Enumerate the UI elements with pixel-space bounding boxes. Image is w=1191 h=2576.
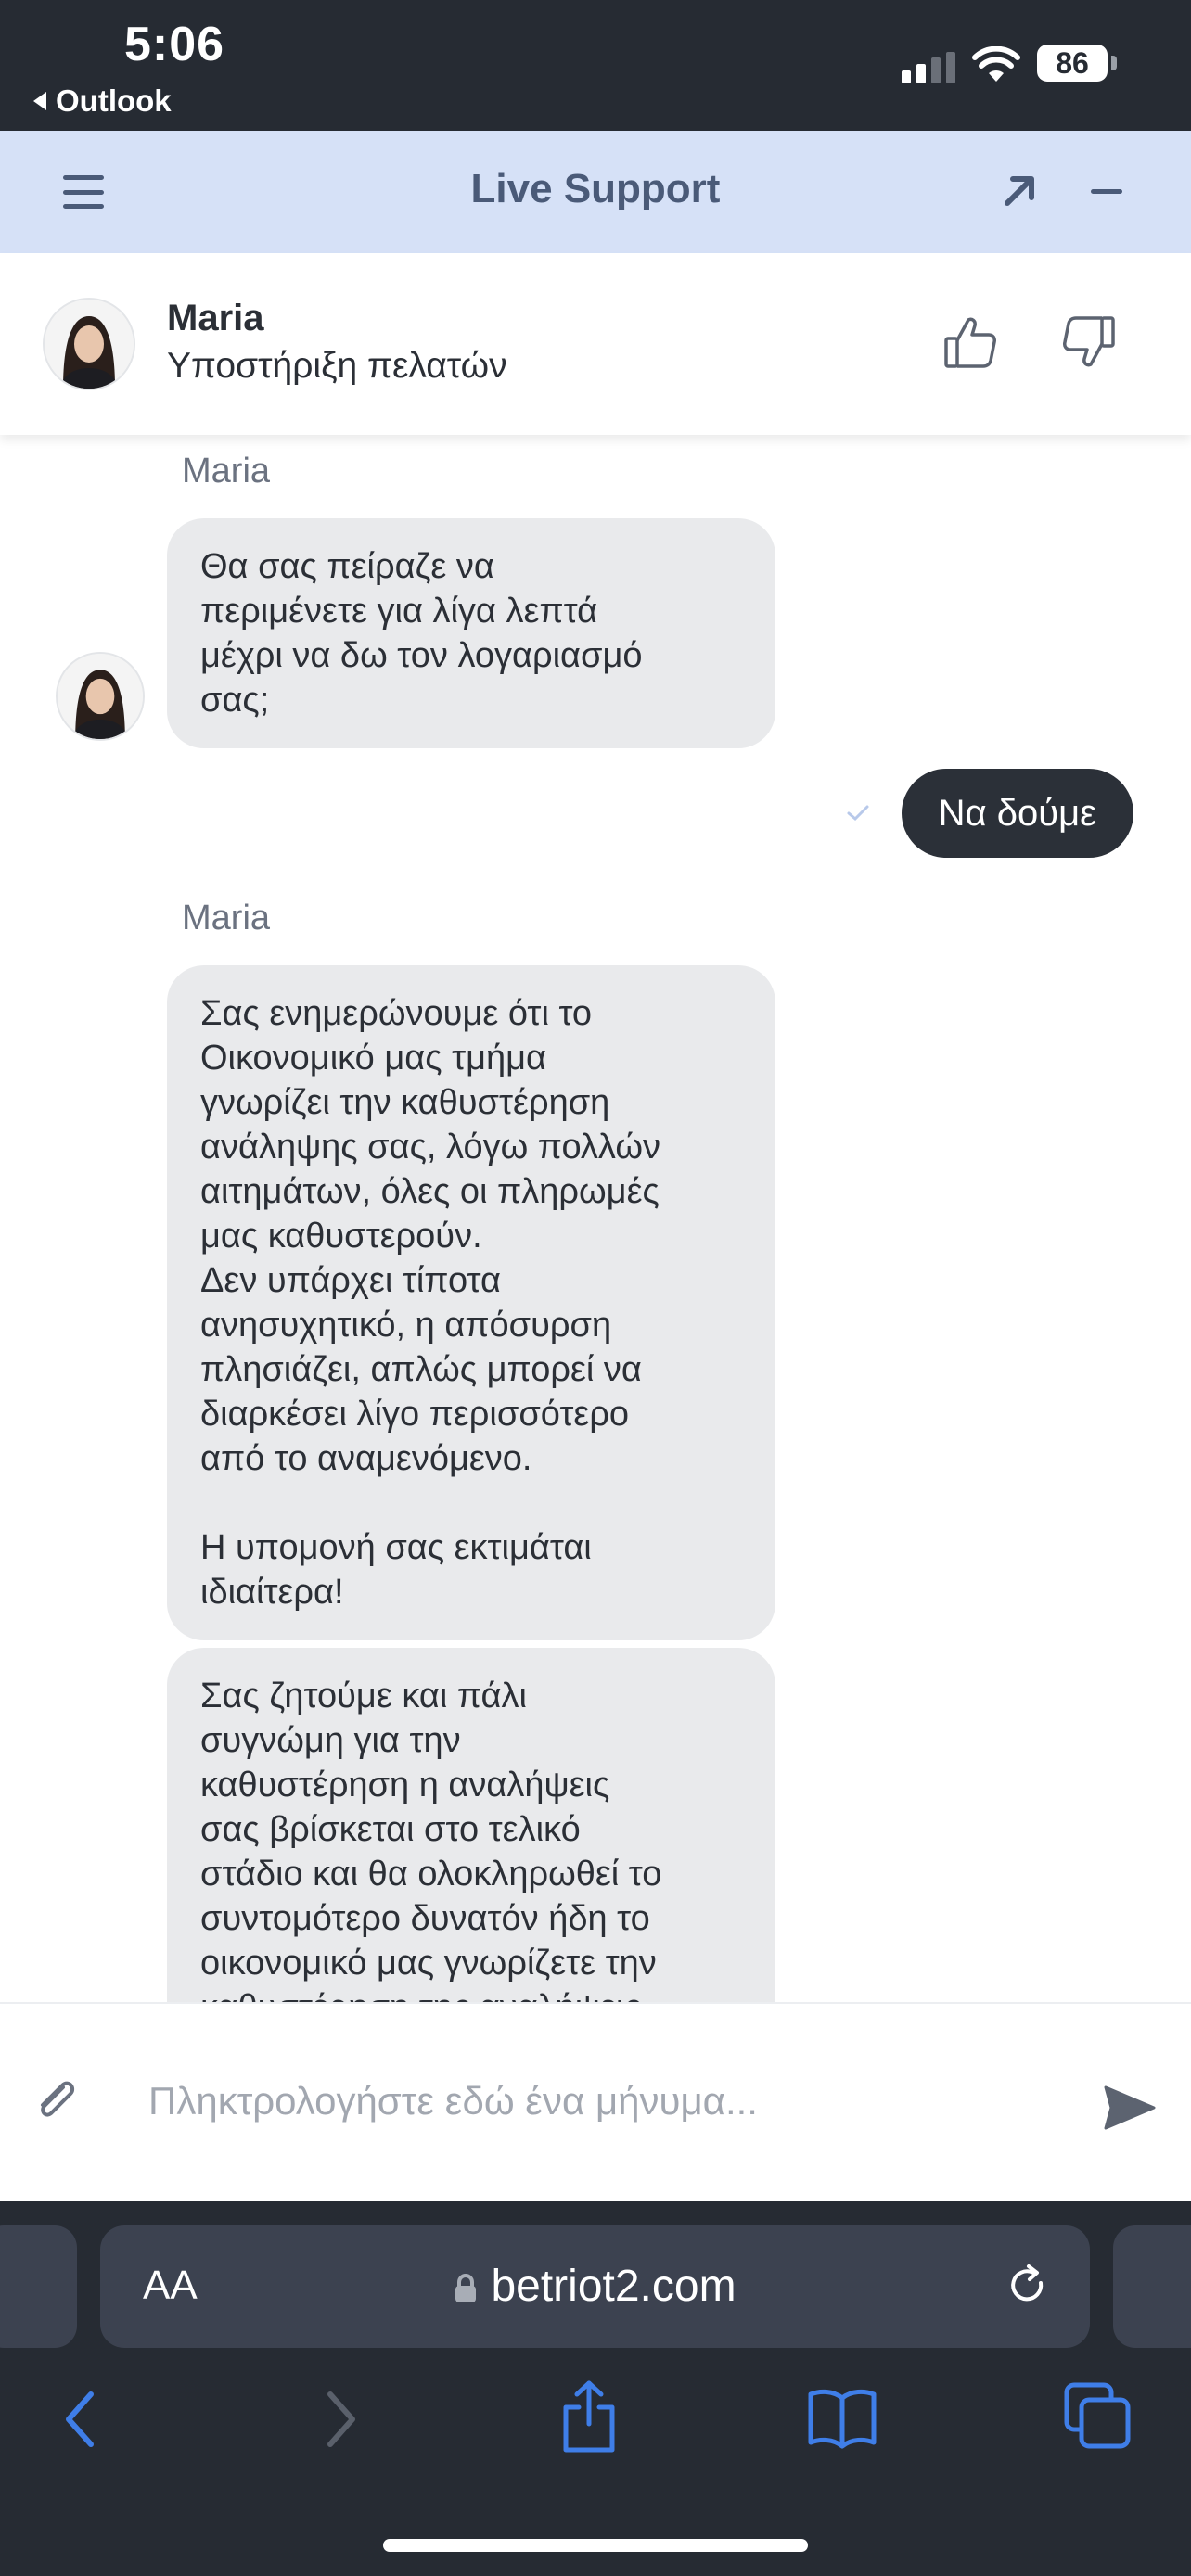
thumbs-up-icon	[944, 317, 996, 368]
next-tab-preview[interactable]	[1113, 2225, 1191, 2348]
thumbs-up-button[interactable]	[941, 312, 1000, 372]
paper-plane-icon	[1104, 2085, 1156, 2130]
back-app-label: Outlook	[56, 83, 172, 118]
address-bar[interactable]: AA betriot2.com	[100, 2225, 1090, 2348]
home-indicator[interactable]	[383, 2539, 808, 2552]
reload-icon	[1011, 2264, 1044, 2302]
chevron-left-icon	[66, 2391, 94, 2447]
agent-name: Maria	[167, 298, 264, 338]
chat-header: Live Support	[0, 131, 1191, 253]
incoming-message: Σας ζητούμε και πάλι συγνώμη για την καθ…	[167, 1648, 775, 2002]
attach-button[interactable]	[33, 2074, 80, 2128]
minimize-button[interactable]	[1091, 189, 1122, 194]
tabs-icon	[1064, 2382, 1131, 2449]
agent-role: Υποστήριξη πελατών	[167, 346, 507, 386]
back-triangle-icon	[33, 92, 46, 110]
reload-button[interactable]	[1005, 2263, 1052, 2309]
bookmarks-button[interactable]	[807, 2383, 877, 2450]
arrow-up-right-icon	[1005, 176, 1034, 206]
agent-message-avatar	[56, 652, 145, 741]
agent-avatar	[43, 298, 135, 390]
tabs-button[interactable]	[1063, 2381, 1132, 2450]
url-text: betriot2.com	[491, 2262, 736, 2311]
message-composer	[0, 2002, 1191, 2203]
chevron-right-icon	[327, 2391, 355, 2447]
wifi-icon	[972, 46, 1020, 82]
forward-button[interactable]	[314, 2387, 365, 2452]
back-to-app-link[interactable]: Outlook	[33, 83, 172, 119]
message-sender: Maria	[182, 452, 271, 491]
paperclip-icon	[41, 2081, 75, 2117]
status-bar: 5:06 Outlook 86	[0, 0, 1191, 131]
browser-toolbar	[0, 2350, 1191, 2576]
incoming-message: Θα σας πείραζε να περιμένετε για λίγα λε…	[167, 518, 775, 748]
send-button[interactable]	[1104, 2084, 1156, 2132]
cellular-signal-icon	[902, 52, 955, 83]
battery-level: 86	[1037, 45, 1108, 82]
read-check-icon	[847, 805, 869, 822]
book-icon	[808, 2389, 877, 2449]
back-button[interactable]	[56, 2387, 108, 2452]
previous-tab-preview[interactable]	[0, 2225, 77, 2348]
agent-info-bar: Maria Υποστήριξη πελατών	[0, 253, 1191, 435]
thumbs-down-icon	[1063, 316, 1115, 367]
share-button[interactable]	[558, 2378, 620, 2455]
status-time: 5:06	[124, 18, 225, 71]
incoming-message: Σας ενημερώνουμε ότι το Οικονομικό μας τ…	[167, 965, 775, 1640]
message-list[interactable]: Maria Θα σας πείραζε να περιμένετε για λ…	[0, 435, 1191, 2002]
message-sender: Maria	[182, 899, 271, 937]
expand-button[interactable]	[996, 168, 1043, 214]
thumbs-down-button[interactable]	[1059, 312, 1119, 372]
battery-icon	[1111, 56, 1117, 70]
message-input[interactable]	[148, 2069, 1076, 2134]
outgoing-message: Να δούμε	[901, 769, 1133, 858]
lock-icon	[455, 2274, 477, 2303]
share-icon	[563, 2380, 615, 2453]
browser-address-area: AA betriot2.com	[0, 2201, 1191, 2350]
